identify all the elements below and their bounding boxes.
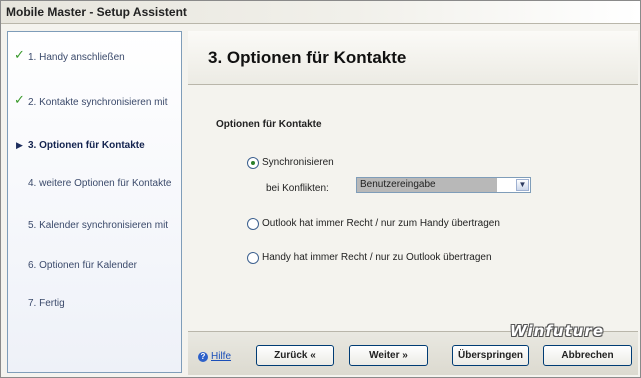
next-button[interactable]: Weiter » [349,345,428,366]
radio-label: Outlook hat immer Recht / nur zum Handy … [262,218,500,229]
checkmark-icon: ✓ [14,92,25,107]
sidebar-step-label: 5. Kalender synchronisieren mit [28,220,169,231]
options-panel: Optionen für Kontakte Synchronisieren be… [188,96,638,331]
radio-button[interactable] [247,252,259,264]
help-label[interactable]: Hilfe [211,351,231,362]
conflict-label: bei Konflikten: [266,183,329,194]
page-title: 3. Optionen für Kontakte [208,48,407,67]
help-icon: ? [198,351,208,362]
setup-wizard-window: Mobile Master - Setup Assistent ✓ 1. Han… [0,0,641,378]
sidebar-step-label: 6. Optionen für Kalender [28,260,137,271]
radio-button[interactable] [247,157,259,169]
sidebar-step-label: 7. Fertig [28,298,65,309]
page-header: 3. Optionen für Kontakte [188,31,638,85]
cancel-button[interactable]: Abbrechen [543,345,632,366]
chevron-down-icon[interactable]: ▼ [516,179,529,191]
skip-button[interactable]: Überspringen [452,345,529,366]
sidebar-step-label: 1. Handy anschließen [28,52,125,63]
back-button[interactable]: Zurück « [256,345,334,366]
checkmark-icon: ✓ [14,47,25,62]
title-bar: Mobile Master - Setup Assistent [1,1,640,24]
conflict-select[interactable]: Benutzereingabe ▼ [356,177,531,193]
sidebar-step-label: 4. weitere Optionen für Kontakte [28,178,172,189]
window-title: Mobile Master - Setup Assistent [6,5,187,19]
arrow-right-icon: ▶ [16,140,23,150]
section-title: Optionen für Kontakte [216,119,322,130]
conflict-select-value: Benutzereingabe [357,178,497,192]
radio-button[interactable] [247,218,259,230]
watermark-logo: Winfuture [510,322,604,340]
sidebar-step-label: 2. Kontakte synchronisieren mit [28,97,168,108]
sidebar-step-label: 3. Optionen für Kontakte [28,140,145,151]
radio-label: Synchronisieren [262,157,334,168]
help-link[interactable]: ? Hilfe [198,351,231,362]
radio-label: Handy hat immer Recht / nur zu Outlook ü… [262,252,492,263]
wizard-steps-sidebar: ✓ 1. Handy anschließen ✓ 2. Kontakte syn… [7,31,182,373]
